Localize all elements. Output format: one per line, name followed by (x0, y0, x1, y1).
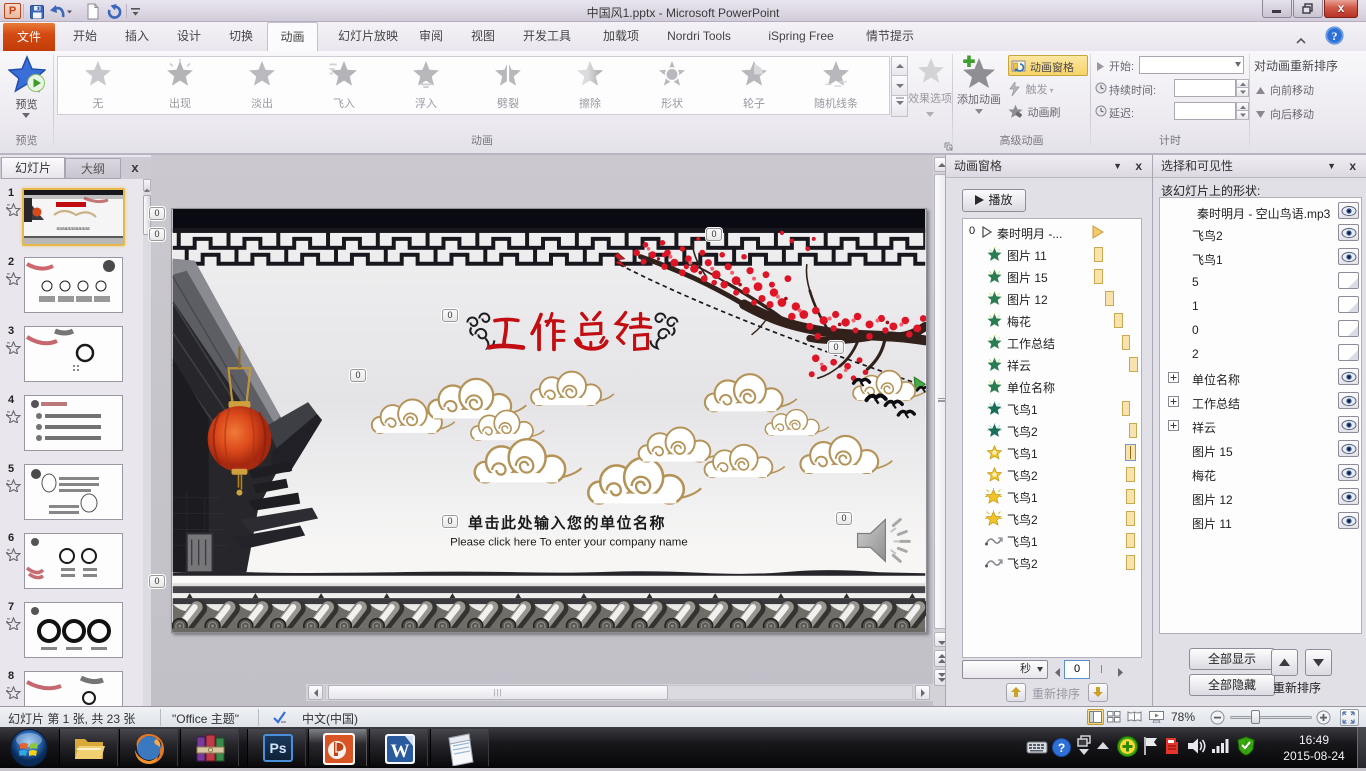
svg-text:aaaaaaaaaaaa: aaaaaaaaaaaa (56, 226, 90, 232)
svg-text:?: ? (1058, 741, 1065, 755)
svg-text:W: W (391, 741, 410, 762)
svg-text:Please click here To enter you: Please click here To enter your company … (450, 536, 688, 548)
svg-text:?: ? (1332, 29, 1338, 43)
